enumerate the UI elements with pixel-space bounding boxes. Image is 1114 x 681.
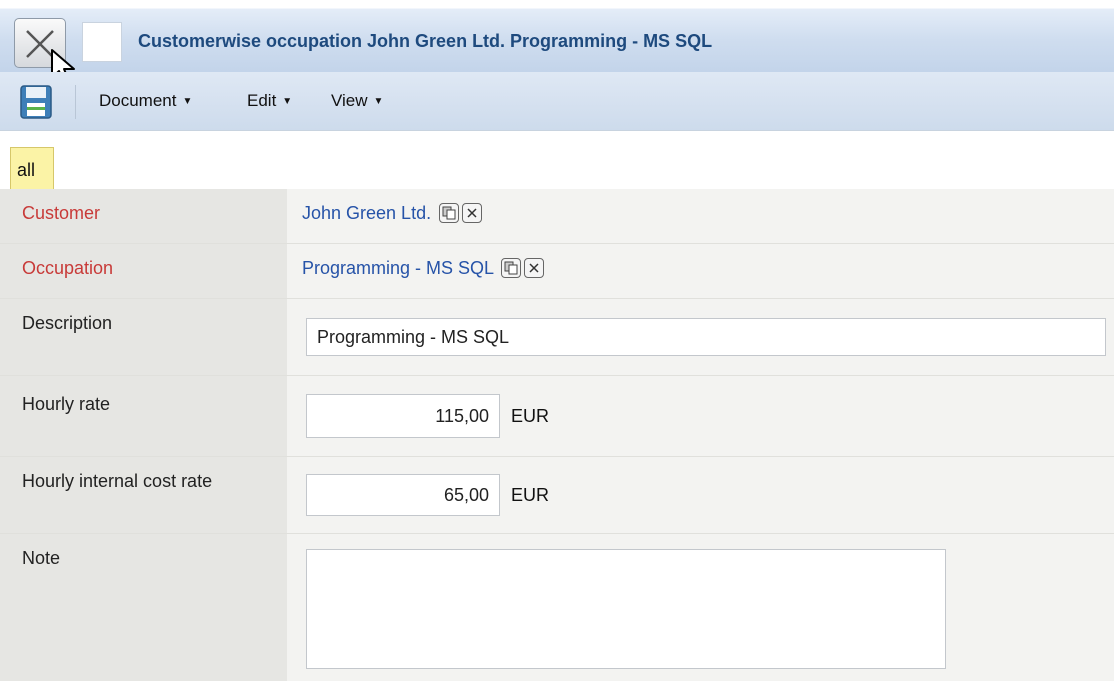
floppy-disk-icon[interactable] [20,85,52,119]
internal-cost-rate-input[interactable] [306,474,500,516]
hourly-rate-input[interactable] [306,394,500,438]
internal-cost-rate-label: Hourly internal cost rate [0,457,287,533]
menu-edit[interactable]: Edit ▼ [247,91,292,111]
menu-document[interactable]: Document ▼ [99,91,192,111]
form-row-description: Description [0,299,1114,376]
clear-x-icon [467,208,477,218]
form-row-note: Note [0,534,1114,681]
customer-link[interactable]: John Green Ltd. [302,203,431,223]
window-titlebar: Customerwise occupation John Green Ltd. … [0,0,1114,84]
hourly-rate-label: Hourly rate [0,376,287,456]
menu-edit-label: Edit [247,91,277,110]
note-textarea[interactable] [306,549,946,669]
occupation-form: Customer John Green Ltd. Occupation Prog… [0,189,1114,681]
dropdown-arrow-icon: ▼ [182,96,193,107]
menu-view-label: View [331,91,368,110]
select-checkbox[interactable] [82,22,122,62]
form-row-internal-cost-rate: Hourly internal cost rate EUR [0,457,1114,534]
form-row-customer: Customer John Green Ltd. [0,189,1114,244]
toolbar-separator [75,85,76,119]
customer-clear-button[interactable] [462,203,483,223]
description-input[interactable] [306,318,1106,356]
customer-label: Customer [0,189,287,243]
tab-strip: all [0,131,1114,189]
form-row-hourly-rate: Hourly rate EUR [0,376,1114,457]
occupation-copy-button[interactable] [501,258,522,278]
copy-icon [504,261,518,275]
form-row-occupation: Occupation Programming - MS SQL [0,244,1114,299]
window-title: Customerwise occupation John Green Ltd. … [138,31,713,51]
occupation-clear-button[interactable] [524,258,545,278]
menu-view[interactable]: View ▼ [331,91,383,111]
note-label: Note [0,534,287,681]
copy-icon [442,206,456,220]
occupation-link[interactable]: Programming - MS SQL [302,258,493,278]
menu-document-label: Document [99,91,177,110]
clear-x-icon [529,263,539,273]
description-label: Description [0,299,287,375]
internal-cost-rate-currency: EUR [511,485,550,505]
dropdown-arrow-icon: ▼ [373,96,384,107]
dropdown-arrow-icon: ▼ [282,96,293,107]
occupation-label: Occupation [0,244,287,298]
customer-copy-button[interactable] [439,203,460,223]
hourly-rate-currency: EUR [511,406,550,426]
toolbar: Document ▼ Edit ▼ View ▼ [0,72,1114,131]
tab-all[interactable]: all [10,147,54,189]
